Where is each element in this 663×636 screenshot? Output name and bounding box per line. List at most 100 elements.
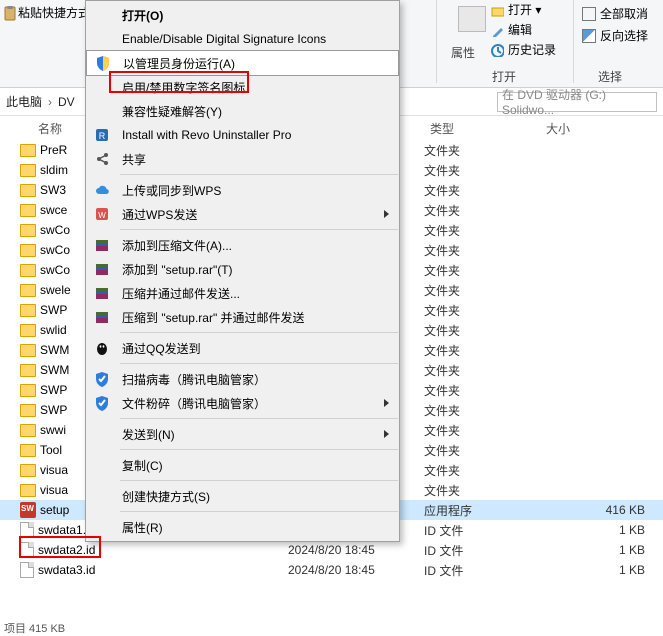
file-name: SWM: [40, 363, 69, 377]
file-row[interactable]: swdata3.id2024/8/20 18:45ID 文件1 KB: [0, 560, 663, 580]
share-icon: [94, 151, 112, 169]
folder-icon: [20, 404, 36, 417]
chevron-right-icon: [384, 210, 389, 218]
file-name: swce: [40, 203, 67, 217]
file-type: 文件夹: [424, 202, 540, 219]
menu-item-label: 上传或同步到WPS: [122, 182, 221, 199]
file-size: 1 KB: [540, 543, 663, 557]
menu-item[interactable]: Enable/Disable Digital Signature Icons: [86, 27, 399, 51]
history-button[interactable]: 历史记录: [488, 40, 558, 59]
paste-shortcut-button[interactable]: 粘贴快捷方式: [2, 4, 90, 21]
menu-item-label: 通过QQ发送到: [122, 340, 201, 357]
file-name: visua: [40, 483, 68, 497]
application-icon: [20, 502, 36, 518]
file-icon: [20, 542, 34, 558]
revo-icon: [94, 127, 112, 145]
shield-icon: [95, 55, 113, 73]
menu-separator: [120, 332, 398, 333]
file-type: 文件夹: [424, 442, 540, 459]
file-name: swwi: [40, 423, 66, 437]
file-type: 文件夹: [424, 222, 540, 239]
menu-item[interactable]: 属性(R): [86, 515, 399, 539]
file-type: ID 文件: [424, 562, 540, 579]
file-date: 2024/8/20 18:45: [288, 563, 424, 577]
rar-icon: [94, 261, 112, 279]
menu-item-label: 发送到(N): [122, 426, 175, 443]
menu-item-label: 兼容性疑难解答(Y): [122, 103, 222, 120]
ribbon-group-open: 打开: [492, 68, 516, 85]
file-name: SWM: [40, 343, 69, 357]
file-type: 文件夹: [424, 142, 540, 159]
menu-item-label: 扫描病毒（腾讯电脑管家）: [122, 371, 266, 388]
menu-item[interactable]: 压缩到 "setup.rar" 并通过邮件发送: [86, 305, 399, 329]
chevron-right-icon: ›: [48, 95, 52, 109]
menu-item-label: 复制(C): [122, 457, 163, 474]
search-input[interactable]: 在 DVD 驱动器 (G:) Solidwo...: [497, 92, 657, 112]
edit-icon: [490, 23, 504, 37]
menu-item[interactable]: 添加到压缩文件(A)...: [86, 233, 399, 257]
open-icon: [490, 3, 504, 17]
menu-item-label: 文件粉碎（腾讯电脑管家）: [122, 395, 266, 412]
menu-item[interactable]: 复制(C): [86, 453, 399, 477]
file-type: 文件夹: [424, 322, 540, 339]
breadcrumb-drive[interactable]: DV: [58, 95, 75, 109]
menu-item[interactable]: 创建快捷方式(S): [86, 484, 399, 508]
menu-item-label: 以管理员身份运行(A): [123, 55, 235, 72]
menu-item-label: 启用/禁用数字签名图标: [122, 79, 245, 96]
file-size: 1 KB: [540, 563, 663, 577]
file-row[interactable]: swdata2.id2024/8/20 18:45ID 文件1 KB: [0, 540, 663, 560]
deselect-icon: [582, 7, 596, 21]
menu-item[interactable]: 通过QQ发送到: [86, 336, 399, 360]
column-header-size[interactable]: 大小: [540, 116, 663, 140]
menu-item[interactable]: 压缩并通过邮件发送...: [86, 281, 399, 305]
file-type: 文件夹: [424, 282, 540, 299]
menu-item[interactable]: 以管理员身份运行(A): [86, 50, 399, 76]
folder-icon: [20, 344, 36, 357]
folder-icon: [20, 144, 36, 157]
file-type: 文件夹: [424, 362, 540, 379]
breadcrumb-this-pc[interactable]: 此电脑: [6, 93, 42, 110]
cloud-icon: [94, 182, 112, 200]
rar-icon: [94, 237, 112, 255]
file-name: swele: [40, 283, 71, 297]
file-type: 文件夹: [424, 462, 540, 479]
menu-item[interactable]: Install with Revo Uninstaller Pro: [86, 123, 399, 147]
file-type: 文件夹: [424, 382, 540, 399]
menu-item-label: 创建快捷方式(S): [122, 488, 210, 505]
file-size: 416 KB: [540, 503, 663, 517]
menu-item[interactable]: 文件粉碎（腾讯电脑管家）: [86, 391, 399, 415]
file-name: swCo: [40, 223, 70, 237]
column-header-type[interactable]: 类型: [424, 116, 540, 140]
menu-item-label: 压缩并通过邮件发送...: [122, 285, 240, 302]
folder-icon: [20, 324, 36, 337]
edit-button[interactable]: 编辑: [488, 20, 558, 39]
menu-item[interactable]: 共享: [86, 147, 399, 171]
menu-item[interactable]: 打开(O): [86, 3, 399, 27]
folder-icon: [20, 204, 36, 217]
menu-item[interactable]: 兼容性疑难解答(Y): [86, 99, 399, 123]
menu-separator: [120, 229, 398, 230]
menu-item[interactable]: 发送到(N): [86, 422, 399, 446]
file-name: visua: [40, 463, 68, 477]
file-type: 文件夹: [424, 262, 540, 279]
file-type: 文件夹: [424, 482, 540, 499]
menu-item[interactable]: 启用/禁用数字签名图标: [86, 75, 399, 99]
folder-icon: [20, 444, 36, 457]
file-type: 文件夹: [424, 302, 540, 319]
invert-selection-button[interactable]: 反向选择: [580, 26, 650, 45]
menu-item[interactable]: 上传或同步到WPS: [86, 178, 399, 202]
folder-icon: [20, 264, 36, 277]
menu-item[interactable]: 添加到 "setup.rar"(T): [86, 257, 399, 281]
properties-label: 属性: [449, 44, 477, 61]
menu-item-label: 压缩到 "setup.rar" 并通过邮件发送: [122, 309, 305, 326]
menu-item[interactable]: 通过WPS发送: [86, 202, 399, 226]
menu-item-label: Enable/Disable Digital Signature Icons: [122, 32, 326, 46]
folder-icon: [20, 364, 36, 377]
menu-item[interactable]: 扫描病毒（腾讯电脑管家）: [86, 367, 399, 391]
file-type: ID 文件: [424, 542, 540, 559]
open-dropdown[interactable]: 打开 ▾: [488, 0, 558, 19]
folder-icon: [20, 164, 36, 177]
file-name: swCo: [40, 243, 70, 257]
deselect-all-button[interactable]: 全部取消: [580, 4, 650, 23]
file-name: setup: [40, 503, 69, 517]
